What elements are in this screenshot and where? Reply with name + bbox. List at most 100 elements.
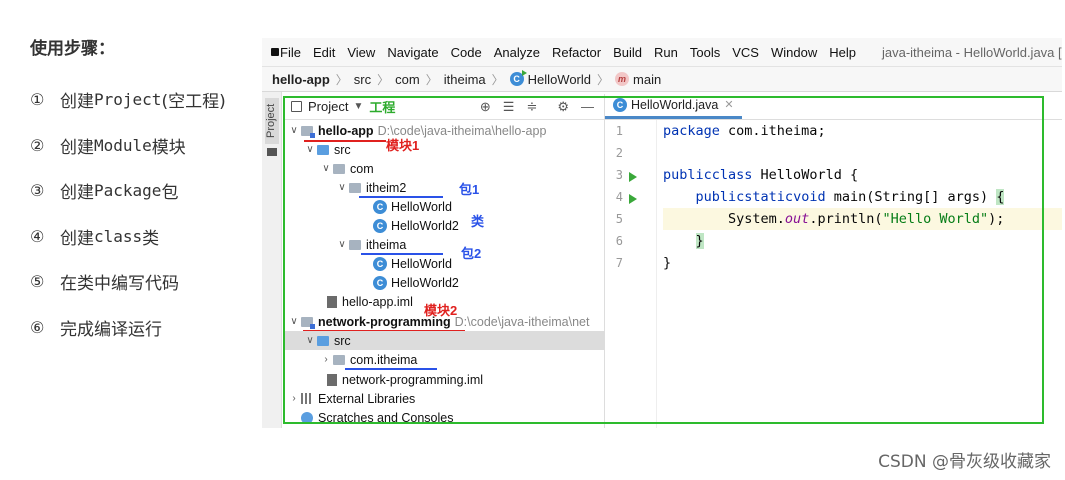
menu-build[interactable]: Build: [613, 45, 642, 60]
close-icon[interactable]: ✕: [724, 98, 733, 111]
line-number: 1: [615, 124, 623, 138]
class-icon: C: [373, 256, 387, 271]
line-number: 6: [615, 234, 623, 248]
package-icon: [349, 239, 361, 250]
chevron-down-icon[interactable]: ∨: [287, 125, 301, 136]
code-editor: C HelloWorld.java ✕ 1 2 3 4 5 6 7 packag…: [605, 94, 1062, 428]
module-folder-icon: [301, 125, 315, 138]
code-line-4: public static void main(String[] args) {: [695, 189, 1005, 205]
line-number: 5: [615, 212, 623, 226]
breadcrumb-helloworld[interactable]: C HelloWorld: [509, 70, 591, 87]
chevron-down-icon[interactable]: ∨: [335, 239, 349, 250]
breadcrumb-com[interactable]: com: [395, 72, 420, 87]
chevron-right-icon[interactable]: ›: [287, 393, 301, 404]
run-class-icon[interactable]: [629, 172, 637, 182]
method-icon: m: [615, 72, 630, 86]
panel-icon: [291, 101, 302, 112]
project-view-selector[interactable]: Project: [308, 99, 348, 114]
menu-help[interactable]: Help: [829, 45, 856, 60]
run-main-icon[interactable]: [629, 194, 637, 204]
chevron-down-icon[interactable]: ∨: [335, 182, 349, 193]
line-number: 4: [615, 190, 623, 204]
tab-helloworld-java[interactable]: C HelloWorld.java ✕: [605, 93, 742, 119]
chevron-right-icon: 〉: [377, 72, 390, 87]
dropdown-arrow-icon[interactable]: ▼: [353, 101, 363, 112]
menu-code[interactable]: Code: [451, 45, 482, 60]
locate-icon[interactable]: ⊕: [480, 99, 491, 115]
tree-item-network-programming-iml[interactable]: network-programming.iml: [283, 370, 605, 389]
menu-navigate[interactable]: Navigate: [387, 45, 438, 60]
menu-vcs[interactable]: VCS: [732, 45, 759, 60]
code-line-3: public class HelloWorld {: [663, 167, 859, 183]
line-number: 7: [615, 256, 623, 270]
folder-icon: [267, 148, 277, 156]
notes-title: 使用步骤：: [30, 39, 115, 59]
project-panel-header: Project ▼ 工程 ⊕ ☰ ≑ ⚙ —: [283, 94, 604, 120]
chevron-down-icon[interactable]: ∨: [303, 144, 317, 155]
breadcrumb-hello-app[interactable]: hello-app: [272, 72, 330, 87]
menu-refactor[interactable]: Refactor: [552, 45, 601, 60]
iml-file-icon: [327, 295, 337, 308]
package-icon: [349, 182, 361, 193]
breadcrumb-src[interactable]: src: [354, 72, 371, 87]
breadcrumb-main[interactable]: m main: [615, 72, 661, 87]
chevron-down-icon[interactable]: ∨: [319, 163, 333, 174]
libraries-icon: [301, 393, 313, 404]
tree-item-src-selected[interactable]: ∨ src: [283, 331, 605, 350]
tree-item-scratches[interactable]: Scratches and Consoles: [283, 408, 605, 427]
tree-item-itheim2[interactable]: ∨ itheim2: [283, 178, 605, 197]
code-line-7: }: [663, 255, 672, 271]
tree-item-helloworld[interactable]: C HelloWorld: [283, 254, 605, 273]
step-5: ⑤ 在类中编写代码: [30, 272, 179, 295]
chevron-right-icon[interactable]: ›: [319, 354, 333, 365]
panel-toolbar: ⊕ ☰ ≑ ⚙ —: [480, 99, 594, 115]
chevron-down-icon[interactable]: ∨: [287, 316, 301, 327]
gear-icon[interactable]: ⚙: [557, 99, 569, 115]
tree-item-hello-app[interactable]: ∨ hello-app D:\code\java-itheima\hello-a…: [283, 121, 605, 140]
step-3: ③ 创建 Package 包: [30, 181, 179, 204]
menu-view[interactable]: View: [347, 45, 375, 60]
class-icon: C: [373, 199, 387, 214]
tree-item-com-itheima[interactable]: › com.itheima: [283, 350, 605, 369]
breadcrumb-itheima[interactable]: itheima: [444, 72, 486, 87]
tree-item-external-libraries[interactable]: › External Libraries: [283, 389, 605, 408]
tree-item-helloworld2[interactable]: C HelloWorld2: [283, 273, 605, 292]
annotation-class: 类: [471, 214, 485, 229]
menu-edit[interactable]: Edit: [313, 45, 335, 60]
project-tool-window-button[interactable]: Project: [265, 98, 279, 144]
line-number: 3: [615, 168, 623, 182]
ide-window: File Edit View Navigate Code Analyze Ref…: [262, 38, 1062, 428]
step-1: ① 创建 Project (空工程): [30, 90, 226, 113]
menu-file[interactable]: File: [280, 45, 301, 60]
tree-item-itheima[interactable]: ∨ itheima: [283, 235, 605, 254]
window-title: java-itheima - HelloWorld.java [h: [881, 44, 1062, 60]
class-icon: C: [509, 70, 527, 86]
tree-item-src[interactable]: ∨ src: [283, 140, 605, 159]
minimize-icon[interactable]: —: [581, 99, 594, 115]
class-icon: C: [373, 275, 387, 290]
tree-item-network-programming[interactable]: ∨ network-programming D:\code\java-ithei…: [283, 312, 605, 331]
chevron-down-icon[interactable]: ∨: [303, 335, 317, 346]
step-4: ④ 创建 class 类: [30, 226, 160, 249]
menu-analyze[interactable]: Analyze: [494, 45, 540, 60]
menu-bar: File Edit View Navigate Code Analyze Ref…: [262, 38, 1062, 66]
tree-item-com[interactable]: ∨ com: [283, 159, 605, 178]
step-6: ⑥ 完成编译运行: [30, 317, 162, 340]
chevron-right-icon: 〉: [597, 72, 610, 87]
menu-run[interactable]: Run: [654, 45, 678, 60]
tree-item-helloworld2[interactable]: C HelloWorld2: [283, 216, 605, 235]
chevron-right-icon: 〉: [491, 72, 504, 87]
annotation-project: 工程: [369, 100, 396, 115]
expand-all-icon[interactable]: ☰: [503, 99, 515, 115]
code-line-6: }: [695, 233, 704, 249]
collapse-all-icon[interactable]: ≑: [526, 99, 537, 115]
code-line-5: System. out .println("Hello World");: [663, 208, 1062, 230]
menu-window[interactable]: Window: [771, 45, 817, 60]
menu-tools[interactable]: Tools: [690, 45, 720, 60]
editor-gutter: 1 2 3 4 5 6 7: [605, 120, 657, 428]
scratches-icon: [301, 411, 313, 424]
package-icon: [333, 163, 345, 174]
chevron-right-icon: 〉: [425, 72, 438, 87]
source-folder-icon: [317, 144, 329, 155]
tree-item-helloworld[interactable]: C HelloWorld: [283, 197, 605, 216]
